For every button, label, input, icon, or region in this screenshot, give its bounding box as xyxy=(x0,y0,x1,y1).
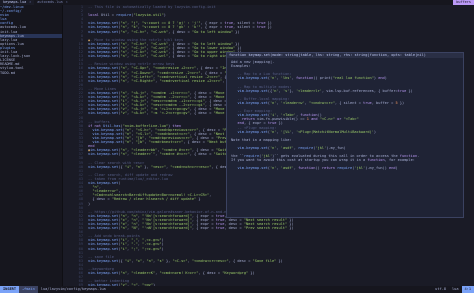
status-file-path: lua/lazyvim/config/keymaps.lua xyxy=(40,287,106,292)
hover-doc-line: vim.keymap.set('n', 'asdf', function() r… xyxy=(237,166,398,171)
hover-doc-body: Add a new |mapping|. Examples: -- Map to … xyxy=(227,58,463,173)
tree-file[interactable]: TODO.md xyxy=(0,71,62,75)
close-icon[interactable]: × xyxy=(66,0,68,4)
status-bar: INSERT ⎇ main lua/lazyvim/config/keymaps… xyxy=(0,286,474,293)
warning-marker-icon: ▲ xyxy=(88,148,91,152)
hover-documentation-popup: function keymap.set(mode: string|table, … xyxy=(226,52,464,218)
git-branch: ⎇ main xyxy=(18,286,38,293)
file-explorer-sidebar: ~/dev-linux ~/.config/ nvim lua config a… xyxy=(0,5,63,286)
file-type: lua xyxy=(452,287,459,292)
buffer-tab-label: autocmds.lua xyxy=(37,0,63,5)
cursor-position: 4:1 xyxy=(461,286,474,293)
warning-marker-icon: ▲ xyxy=(88,38,91,42)
mode-indicator: INSERT xyxy=(0,286,19,293)
git-branch-label: main xyxy=(26,287,35,292)
buffer-tab-label: keymaps.lua xyxy=(3,0,27,5)
file-encoding: utf-8 xyxy=(435,287,446,292)
line-number-gutter: 1 2 3 4 5 6 7 8 9 10 11 12 13 14 15 16 17 18 19 20 21 22 23 24 2… xyxy=(64,5,86,286)
close-icon[interactable]: × xyxy=(29,0,31,4)
